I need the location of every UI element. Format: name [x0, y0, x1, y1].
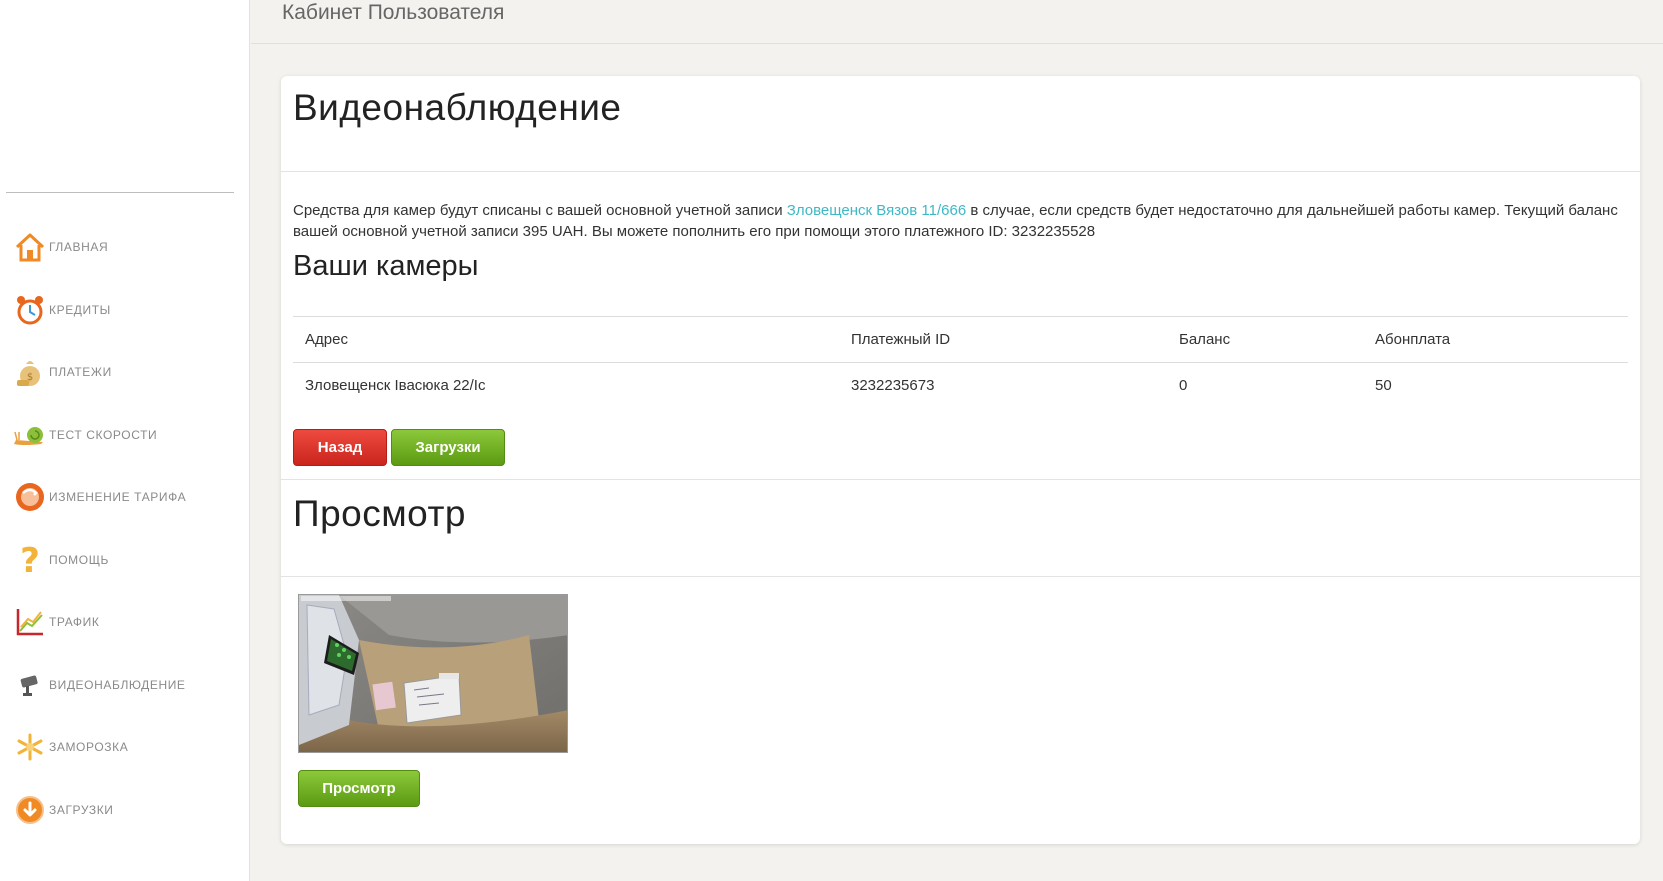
- sidebar-item-label: ПОМОЩЬ: [49, 552, 110, 567]
- divider: [281, 479, 1640, 480]
- sidebar-item-label: ТРАФИК: [49, 615, 100, 630]
- sidebar-item-label: ГЛАВНАЯ: [49, 240, 109, 255]
- snail-icon: [13, 418, 47, 452]
- divider: [281, 576, 1640, 577]
- top-header: Кабинет Пользователя: [251, 0, 1663, 44]
- home-icon: [13, 230, 47, 264]
- sidebar-item-label: ЗАМОРОЗКА: [49, 740, 129, 755]
- svg-text:$: $: [27, 372, 33, 383]
- section-title-video: Видеонаблюдение: [293, 87, 622, 128]
- sidebar-item-label: ТЕСТ СКОРОСТИ: [49, 427, 158, 442]
- table-row: Зловещенск Івасюка 22/Ic 3232235673 0 50: [293, 362, 1628, 409]
- downloads-button[interactable]: Загрузки: [391, 429, 505, 466]
- sidebar-item-traffic[interactable]: ТРАФИК: [0, 591, 250, 654]
- column-header-fee: Абонплата: [1375, 331, 1451, 348]
- sidebar-item-payments[interactable]: $ ПЛАТЕЖИ: [0, 341, 250, 404]
- camera-preview-image[interactable]: [298, 594, 568, 753]
- sidebar-item-help[interactable]: ? ПОМОЩЬ: [0, 529, 250, 592]
- sidebar-divider: [6, 192, 234, 193]
- question-icon: ?: [13, 543, 47, 577]
- cameras-table: Адрес Платежный ID Баланс Абонплата Злов…: [293, 316, 1628, 409]
- info-text-before: Средства для камер будут списаны с вашей…: [293, 202, 787, 219]
- cell-balance: 0: [1179, 377, 1188, 395]
- camera-icon: [13, 668, 47, 702]
- account-info-text: Средства для камер будут списаны с вашей…: [293, 200, 1623, 242]
- sidebar-item-freeze[interactable]: ЗАМОРОЗКА: [0, 716, 250, 779]
- download-icon: [13, 793, 47, 827]
- column-header-payment-id: Платежный ID: [851, 331, 951, 348]
- sidebar-item-video[interactable]: ВИДЕОНАБЛЮДЕНИЕ: [0, 654, 250, 717]
- column-header-address: Адрес: [305, 331, 348, 348]
- page-title: Кабинет Пользователя: [282, 1, 505, 24]
- alarm-clock-icon: [13, 293, 47, 327]
- traffic-chart-icon: [13, 605, 47, 639]
- cameras-title: Ваши камеры: [293, 250, 479, 282]
- sidebar-item-label: ИЗМЕНЕНИЕ ТАРИФА: [49, 490, 187, 505]
- money-bag-icon: $: [13, 355, 47, 389]
- sidebar-item-downloads[interactable]: ЗАГРУЗКИ: [0, 779, 250, 842]
- sidebar-item-speedtest[interactable]: ТЕСТ СКОРОСТИ: [0, 404, 250, 467]
- sidebar-item-home[interactable]: ГЛАВНАЯ: [0, 216, 250, 279]
- preview-button[interactable]: Просмотр: [298, 770, 420, 807]
- tariff-icon: [13, 480, 47, 514]
- cell-fee: 50: [1375, 377, 1392, 395]
- back-button[interactable]: Назад: [293, 429, 387, 466]
- sidebar-item-credits[interactable]: КРЕДИТЫ: [0, 279, 250, 342]
- main-account-link[interactable]: Зловещенск Вязов 11/666: [787, 202, 966, 219]
- sidebar-item-label: ЗАГРУЗКИ: [49, 802, 114, 817]
- preview-title: Просмотр: [293, 493, 466, 534]
- cell-payment-id: 3232235673: [851, 377, 935, 395]
- snowflake-icon: [13, 730, 47, 764]
- table-header-row: Адрес Платежный ID Баланс Абонплата: [293, 316, 1628, 363]
- sidebar-item-label: ВИДЕОНАБЛЮДЕНИЕ: [49, 677, 186, 692]
- svg-text:?: ?: [20, 544, 40, 576]
- sidebar-item-label: КРЕДИТЫ: [49, 302, 111, 317]
- sidebar-item-label: ПЛАТЕЖИ: [49, 365, 112, 380]
- sidebar-nav: ГЛАВНАЯ КРЕДИТЫ $ ПЛАТЕЖИ ТЕСТ СКОРОСТИ …: [0, 216, 250, 841]
- video-surveillance-card: Видеонаблюдение Средства для камер будут…: [281, 76, 1640, 844]
- column-header-balance: Баланс: [1179, 331, 1231, 348]
- cell-address: Зловещенск Івасюка 22/Ic: [305, 377, 486, 395]
- sidebar: ГЛАВНАЯ КРЕДИТЫ $ ПЛАТЕЖИ ТЕСТ СКОРОСТИ …: [0, 0, 250, 881]
- sidebar-item-tariff[interactable]: ИЗМЕНЕНИЕ ТАРИФА: [0, 466, 250, 529]
- divider: [281, 171, 1640, 172]
